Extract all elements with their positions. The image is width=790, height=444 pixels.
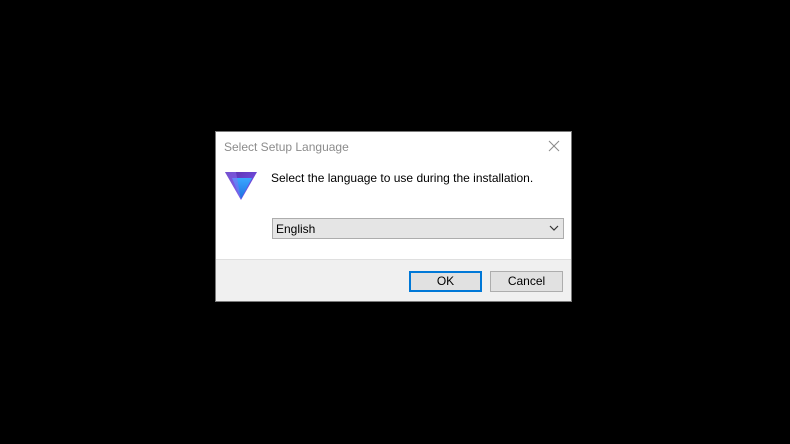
- dialog-footer: OK Cancel: [216, 259, 571, 301]
- chevron-down-icon: [549, 225, 559, 231]
- close-button[interactable]: [537, 132, 571, 160]
- language-select-value: English: [276, 222, 316, 236]
- dialog-title: Select Setup Language: [224, 140, 349, 154]
- close-icon: [548, 140, 560, 152]
- ok-button[interactable]: OK: [409, 271, 482, 292]
- cancel-button[interactable]: Cancel: [490, 271, 563, 292]
- app-logo-icon: [224, 170, 258, 202]
- setup-language-dialog: Select Setup Language Select the languag…: [215, 131, 572, 302]
- language-select[interactable]: English: [272, 218, 564, 239]
- instruction-text: Select the language to use during the in…: [271, 171, 534, 185]
- title-bar: Select Setup Language: [216, 132, 571, 162]
